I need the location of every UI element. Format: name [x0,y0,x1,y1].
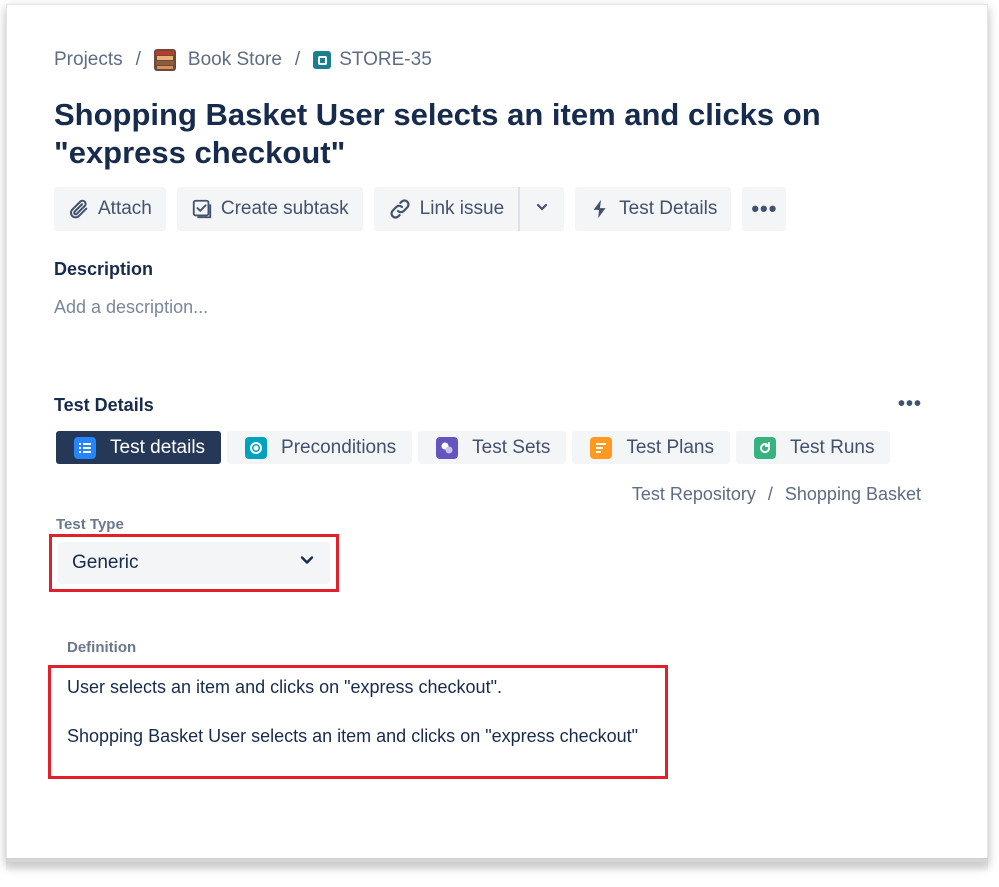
link-icon [388,197,412,221]
list-icon [74,436,96,459]
breadcrumb-separator: / [294,49,301,70]
test-runs-icon [753,436,776,459]
issue-title[interactable]: Shopping Basket User selects an item and… [54,96,854,172]
link-issue-button[interactable]: Link issue [373,187,519,231]
test-details-button[interactable]: Test Details [575,187,732,231]
highlight-box-definition [48,665,668,779]
test-type-label: Test Type [56,516,124,533]
project-avatar-icon [153,49,176,71]
tab-test-runs[interactable]: Test Runs [735,431,891,464]
breadcrumb-projects[interactable]: Projects [54,49,123,71]
test-plans-icon [590,436,613,459]
frame-shadow [6,858,988,872]
test-repository-path: Test Repository / Shopping Basket [632,484,921,505]
link-issue-button-group: Link issue [373,187,565,231]
tab-test-plans[interactable]: Test Plans [572,431,730,464]
test-details-heading: Test Details [54,395,154,415]
test-sets-icon [436,436,459,459]
breadcrumb-issue-key[interactable]: STORE-35 [339,49,432,71]
more-actions-button[interactable]: ••• [742,187,787,231]
tab-test-details[interactable]: Test details [56,431,222,464]
description-field[interactable]: Add a description... [54,297,208,318]
create-subtask-label: Create subtask [220,198,349,219]
subtask-icon [191,198,213,220]
attach-button[interactable]: Attach [54,187,166,231]
link-issue-dropdown-button[interactable] [518,187,565,231]
breadcrumb-separator: / [135,49,141,70]
tab-label: Test Runs [789,436,875,458]
description-heading: Description [54,259,154,279]
repository-folder-link[interactable]: Shopping Basket [785,484,921,504]
test-issue-type-icon [313,51,332,69]
repository-root-link[interactable]: Test Repository [632,484,756,504]
tab-label: Test details [110,436,206,458]
link-issue-label: Link issue [419,198,505,219]
paperclip-icon [68,198,90,220]
tab-label: Test Sets [472,436,551,458]
breadcrumb-project[interactable]: Book Store [188,49,282,71]
highlight-box-test-type [49,534,339,592]
test-details-label: Test Details [619,198,718,219]
tab-label: Preconditions [281,436,397,458]
path-separator: / [767,484,773,504]
lightning-icon [589,198,611,220]
chevron-down-icon [535,198,549,220]
definition-label: Definition [67,639,137,656]
tab-preconditions[interactable]: Preconditions [227,431,413,464]
breadcrumb: Projects / Book Store / STORE-35 [54,48,432,72]
tab-label: Test Plans [626,436,714,458]
issue-toolbar: Attach Create subtask Link issue Test De… [54,187,797,231]
precondition-icon [245,436,268,459]
test-details-tabs: Test details Preconditions Test Sets Tes… [56,431,896,464]
tab-test-sets[interactable]: Test Sets [418,431,567,464]
attach-label: Attach [98,198,152,219]
create-subtask-button[interactable]: Create subtask [176,187,363,231]
test-details-more-button[interactable]: ••• [898,393,922,416]
